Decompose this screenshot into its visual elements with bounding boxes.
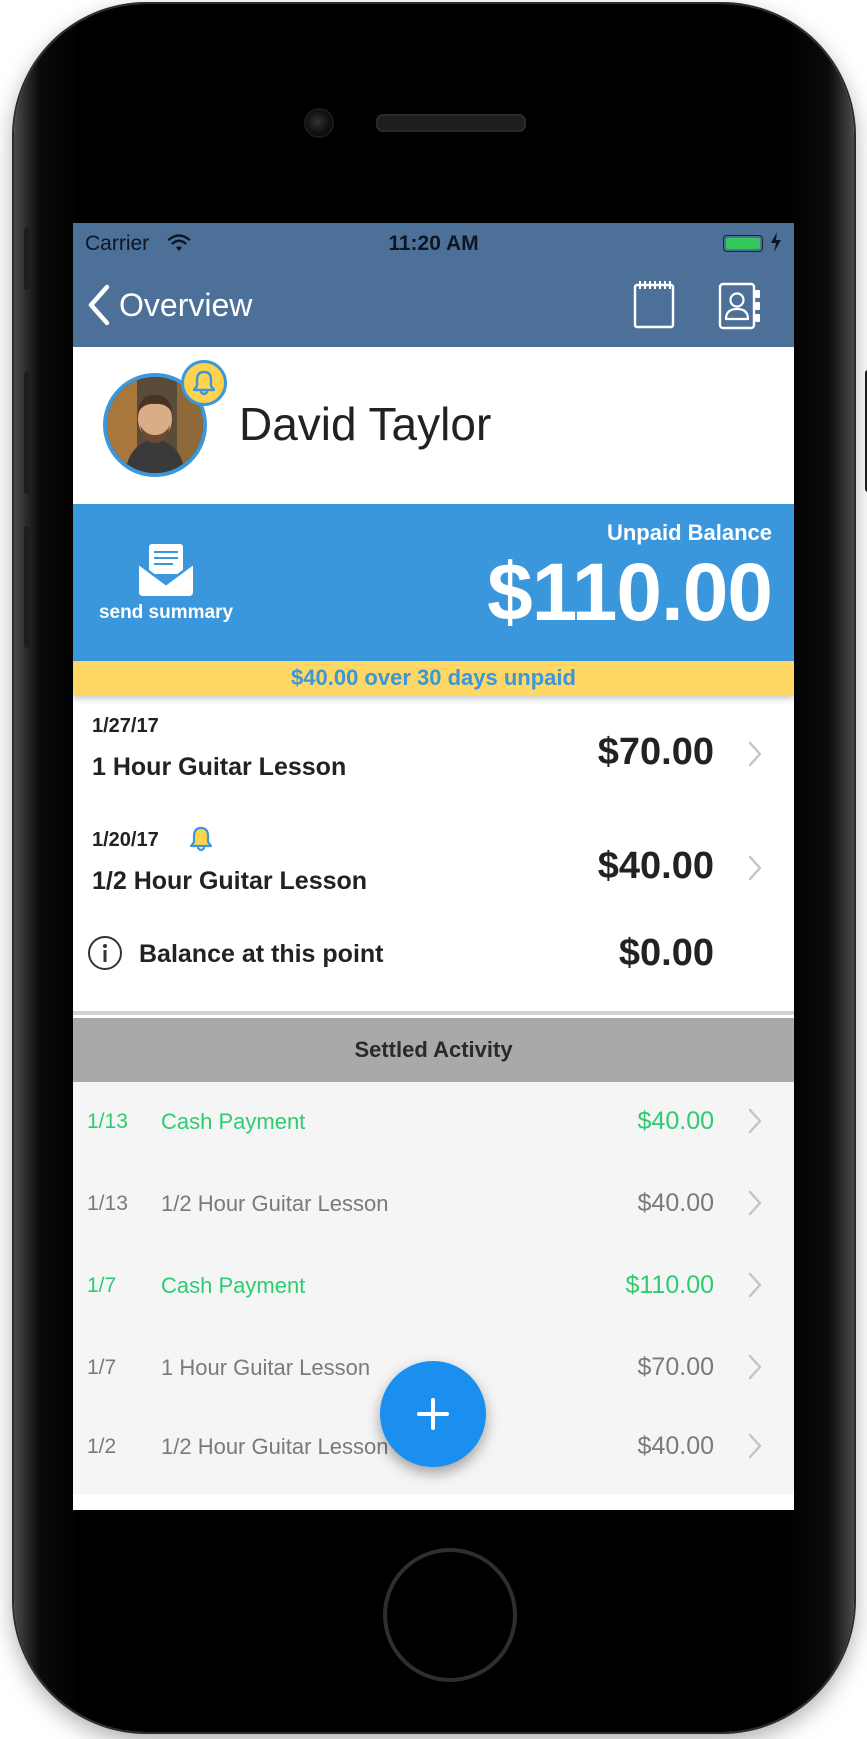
settled-row[interactable]: 1/13 1/2 Hour Guitar Lesson $40.00	[73, 1166, 794, 1240]
item-description: 1/2 Hour Guitar Lesson	[92, 867, 368, 895]
contact-card-icon[interactable]	[717, 281, 763, 331]
item-date: 1/20/17	[92, 829, 159, 851]
alert-badge	[181, 360, 227, 406]
item-description: 1 Hour Guitar Lesson	[92, 753, 347, 781]
balance-banner: send summary Unpaid Balance $110.00	[73, 504, 794, 661]
settled-date: 1/7	[87, 1274, 117, 1297]
settled-activity-header: Settled Activity	[73, 1018, 794, 1082]
client-header: David Taylor	[73, 347, 794, 504]
settled-amount: $40.00	[637, 1432, 714, 1460]
app-screen: Carrier 11:20 AM Overview David Taylor s…	[73, 223, 794, 1510]
back-label: Overview	[119, 286, 253, 323]
volume-down-button	[24, 526, 30, 648]
silent-switch	[24, 228, 30, 290]
settled-description: 1 Hour Guitar Lesson	[161, 1355, 371, 1380]
settled-date: 1/2	[87, 1435, 117, 1458]
chevron-right-icon	[748, 855, 762, 881]
settled-amount: $40.00	[637, 1189, 714, 1217]
chevron-right-icon	[748, 1108, 762, 1134]
chevron-left-icon	[88, 284, 110, 326]
info-icon[interactable]	[87, 935, 123, 971]
item-amount: $70.00	[597, 731, 714, 773]
balance-point-amount: $0.00	[618, 932, 714, 974]
charging-bolt-icon	[771, 232, 781, 252]
back-button[interactable]: Overview	[87, 281, 252, 329]
settled-row[interactable]: 1/7 Cash Payment $110.00	[73, 1248, 794, 1322]
balance-point-row: Balance at this point $0.00	[73, 918, 794, 988]
volume-up-button	[24, 372, 30, 494]
earpiece-speaker	[376, 114, 526, 132]
settled-description: 1/2 Hour Guitar Lesson	[161, 1434, 389, 1459]
home-button[interactable]	[383, 1548, 517, 1682]
bell-icon	[192, 370, 216, 396]
item-amount: $40.00	[597, 845, 714, 887]
settled-row[interactable]: 1/13 Cash Payment $40.00	[73, 1084, 794, 1158]
status-bar: Carrier 11:20 AM	[73, 223, 794, 263]
notebook-icon[interactable]	[631, 279, 677, 329]
open-item-row[interactable]: 1/27/17 1 Hour Guitar Lesson $70.00	[73, 695, 794, 809]
envelope-icon	[138, 544, 194, 596]
section-divider	[73, 1011, 794, 1015]
balance-point-label: Balance at this point	[139, 940, 384, 968]
settled-description: Cash Payment	[161, 1273, 306, 1298]
item-date: 1/27/17	[92, 715, 159, 737]
unpaid-balance-amount: $110.00	[487, 547, 773, 638]
chevron-right-icon	[748, 1354, 762, 1380]
chevron-right-icon	[748, 1272, 762, 1298]
plus-icon	[417, 1398, 449, 1430]
settled-description: 1/2 Hour Guitar Lesson	[161, 1191, 389, 1216]
chevron-right-icon	[748, 741, 762, 767]
send-summary-label: send summary	[98, 602, 234, 623]
add-button[interactable]	[380, 1361, 486, 1467]
chevron-right-icon	[748, 1433, 762, 1459]
client-name: David Taylor	[239, 398, 492, 450]
overdue-banner: $40.00 over 30 days unpaid	[73, 661, 794, 695]
settled-description: Cash Payment	[161, 1109, 306, 1134]
unpaid-balance-label: Unpaid Balance	[606, 520, 772, 545]
bell-icon	[189, 826, 213, 852]
send-summary-button[interactable]: send summary	[91, 542, 241, 624]
settled-date: 1/7	[87, 1356, 117, 1379]
settled-date: 1/13	[87, 1110, 128, 1133]
battery-icon	[723, 235, 763, 252]
clock: 11:20 AM	[388, 232, 479, 255]
settled-date: 1/13	[87, 1192, 128, 1215]
settled-amount: $110.00	[625, 1271, 714, 1299]
settled-amount: $40.00	[637, 1107, 714, 1135]
settled-amount: $70.00	[637, 1353, 714, 1381]
front-camera	[304, 108, 334, 138]
navigation-bar: Carrier 11:20 AM Overview	[73, 223, 794, 347]
open-item-row[interactable]: 1/20/17 1/2 Hour Guitar Lesson $40.00	[73, 809, 794, 923]
chevron-right-icon	[748, 1190, 762, 1216]
